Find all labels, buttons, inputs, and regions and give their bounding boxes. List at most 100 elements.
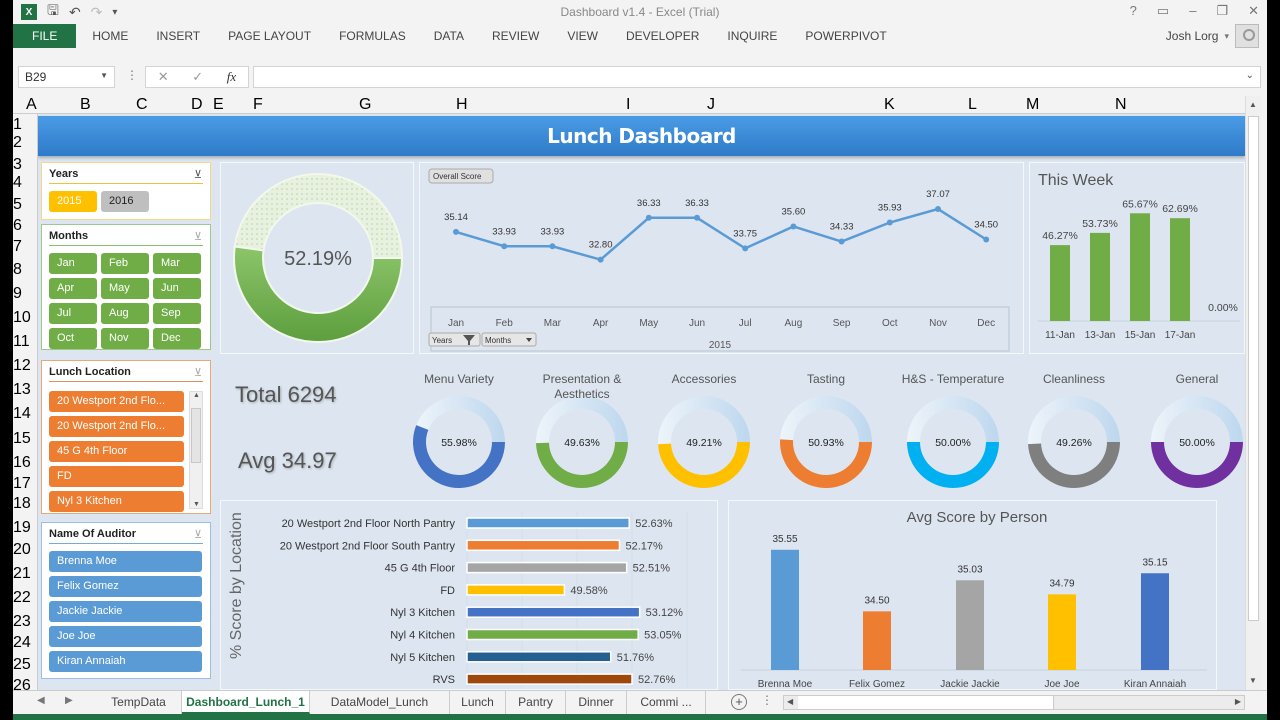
column-header-h[interactable]: H (456, 96, 626, 114)
slicer-item-month[interactable]: Feb (101, 253, 149, 274)
column-header-i[interactable]: I (626, 96, 707, 114)
row-header-10[interactable]: 10 (13, 309, 31, 327)
row-header-3[interactable]: 3 (13, 156, 22, 174)
sheet-tab[interactable]: Commi ... (627, 691, 706, 714)
restore-button[interactable]: ❐ (1216, 3, 1228, 19)
enter-icon[interactable]: ✓ (192, 69, 203, 85)
row-header-20[interactable]: 20 (13, 541, 31, 559)
row-header-19[interactable]: 19 (13, 519, 31, 537)
ribbon-tab-data[interactable]: DATA (420, 24, 478, 48)
slicer-item-month[interactable]: Apr (49, 278, 97, 299)
row-header-21[interactable]: 21 (13, 565, 31, 583)
slicer-item-month[interactable]: Dec (153, 328, 201, 349)
slicer-item-location[interactable]: 20 Westport 2nd Flo... (49, 391, 184, 412)
row-header-18[interactable]: 18 (13, 495, 31, 513)
column-header-g[interactable]: G (359, 96, 456, 114)
column-header-k[interactable]: K (884, 96, 968, 114)
slicer-item-auditor[interactable]: Brenna Moe (49, 551, 202, 572)
next-sheet-icon[interactable]: ▶ (65, 695, 73, 706)
slicer-item-location[interactable]: FD (49, 466, 184, 487)
column-header-e[interactable]: E (213, 96, 253, 114)
scrollbar-thumb[interactable] (1248, 116, 1259, 621)
row-header-6[interactable]: 6 (13, 217, 22, 235)
row-header-22[interactable]: 22 (13, 589, 31, 607)
row-header-15[interactable]: 15 (13, 430, 31, 448)
row-header-25[interactable]: 25 (13, 656, 31, 674)
horizontal-scrollbar[interactable]: ◀ ▶ (783, 695, 1245, 710)
row-header-12[interactable]: 12 (13, 357, 31, 375)
slicer-item-location[interactable]: Nyl 3 Kitchen (49, 491, 184, 512)
scroll-down-icon[interactable]: ▼ (1249, 676, 1257, 685)
slicer-item-month[interactable]: Jul (49, 303, 97, 324)
scroll-up-icon[interactable]: ▲ (193, 392, 200, 399)
scroll-left-icon[interactable]: ◀ (787, 697, 793, 706)
cancel-icon[interactable]: ✕ (158, 69, 169, 85)
slicer-item-auditor[interactable]: Jackie Jackie (49, 601, 202, 622)
column-header-f[interactable]: F (253, 96, 359, 114)
months-field-button[interactable]: Months (481, 332, 537, 347)
slicer-item-month[interactable]: Oct (49, 328, 97, 349)
row-header-11[interactable]: 11 (13, 333, 30, 351)
ribbon-tab-page-layout[interactable]: PAGE LAYOUT (214, 24, 325, 48)
slicer-item-month[interactable]: Jun (153, 278, 201, 299)
formula-input[interactable]: ⌄ (253, 66, 1261, 88)
ribbon-tab-developer[interactable]: DEVELOPER (612, 24, 713, 48)
scroll-down-icon[interactable]: ▼ (193, 501, 200, 508)
slicer-item-month[interactable]: May (101, 278, 149, 299)
sheet-tab[interactable]: Dinner (566, 691, 627, 714)
customize-toolbar-icon[interactable]: ▾ (112, 7, 117, 18)
ribbon-tab-home[interactable]: HOME (78, 24, 142, 48)
row-header-17[interactable]: 17 (13, 475, 31, 493)
sheet-tab[interactable]: DataModel_Lunch (310, 691, 450, 714)
help-icon[interactable]: ? (1130, 3, 1137, 19)
row-header-14[interactable]: 14 (13, 405, 31, 423)
expand-formula-icon[interactable]: ⌄ (1246, 70, 1254, 81)
column-header-c[interactable]: C (136, 96, 191, 114)
column-header-l[interactable]: L (968, 96, 1026, 114)
row-header-5[interactable]: 5 (13, 196, 22, 214)
row-header-8[interactable]: 8 (13, 261, 22, 279)
ribbon-tab-review[interactable]: REVIEW (478, 24, 553, 48)
slicer-item-month[interactable]: Sep (153, 303, 201, 324)
drag-handle-icon[interactable]: ⋮ (761, 693, 773, 707)
slicer-item-auditor[interactable]: Kiran Annaiah (49, 651, 202, 672)
scroll-up-icon[interactable]: ▲ (1249, 100, 1257, 109)
slicer-scrollbar[interactable]: ▲ ▼ (189, 391, 203, 509)
scrollbar-thumb[interactable] (191, 408, 201, 463)
slicer-item-month[interactable]: Jan (49, 253, 97, 274)
slicer-item-month[interactable]: Aug (101, 303, 149, 324)
overall-score-field-button[interactable]: Overall Score (428, 168, 494, 184)
undo-icon[interactable]: ↶ (69, 4, 81, 21)
clear-filter-icon[interactable]: ⊻ (194, 168, 202, 181)
slicer-item-auditor[interactable]: Felix Gomez (49, 576, 202, 597)
slicer-item-year[interactable]: 2015 (49, 191, 97, 212)
sheet-tab[interactable]: Dashboard_Lunch_1 (182, 691, 310, 714)
prev-sheet-icon[interactable]: ◀ (37, 695, 45, 706)
slicer-item-month[interactable]: Nov (101, 328, 149, 349)
slicer-item-month[interactable]: Mar (153, 253, 201, 274)
slicer-item-auditor[interactable]: Joe Joe (49, 626, 202, 647)
slicer-item-location[interactable]: 45 G 4th Floor (49, 441, 184, 462)
ribbon-tab-file[interactable]: FILE (13, 24, 77, 48)
slicer-item-location[interactable]: 20 Westport 2nd Flo... (49, 416, 184, 437)
column-header-n[interactable]: N (1115, 96, 1200, 114)
slicer-item-year[interactable]: 2016 (101, 191, 149, 212)
close-button[interactable]: ✕ (1248, 3, 1259, 19)
chevron-down-icon[interactable]: ▼ (100, 71, 108, 80)
drag-handle-icon[interactable]: ⋮ (126, 68, 138, 82)
add-sheet-button[interactable]: + (731, 694, 747, 710)
ribbon-tab-formulas[interactable]: FORMULAS (325, 24, 420, 48)
scroll-right-icon[interactable]: ▶ (1235, 697, 1241, 706)
column-header-b[interactable]: B (80, 96, 136, 114)
ribbon-tab-powerpivot[interactable]: POWERPIVOT (791, 24, 900, 48)
ribbon-tab-insert[interactable]: INSERT (142, 24, 214, 48)
row-header-7[interactable]: 7 (13, 238, 22, 256)
sheet-tab[interactable]: TempData (96, 691, 182, 714)
clear-filter-icon[interactable]: ⊻ (194, 230, 202, 243)
sheet-tab[interactable]: Lunch (450, 691, 506, 714)
save-icon[interactable]: 🖫 (47, 0, 59, 24)
row-header-23[interactable]: 23 (13, 613, 31, 631)
ribbon-tab-view[interactable]: VIEW (553, 24, 612, 48)
sheet-tab[interactable]: Pantry (506, 691, 566, 714)
vertical-scrollbar[interactable]: ▲ ▼ (1245, 96, 1261, 690)
